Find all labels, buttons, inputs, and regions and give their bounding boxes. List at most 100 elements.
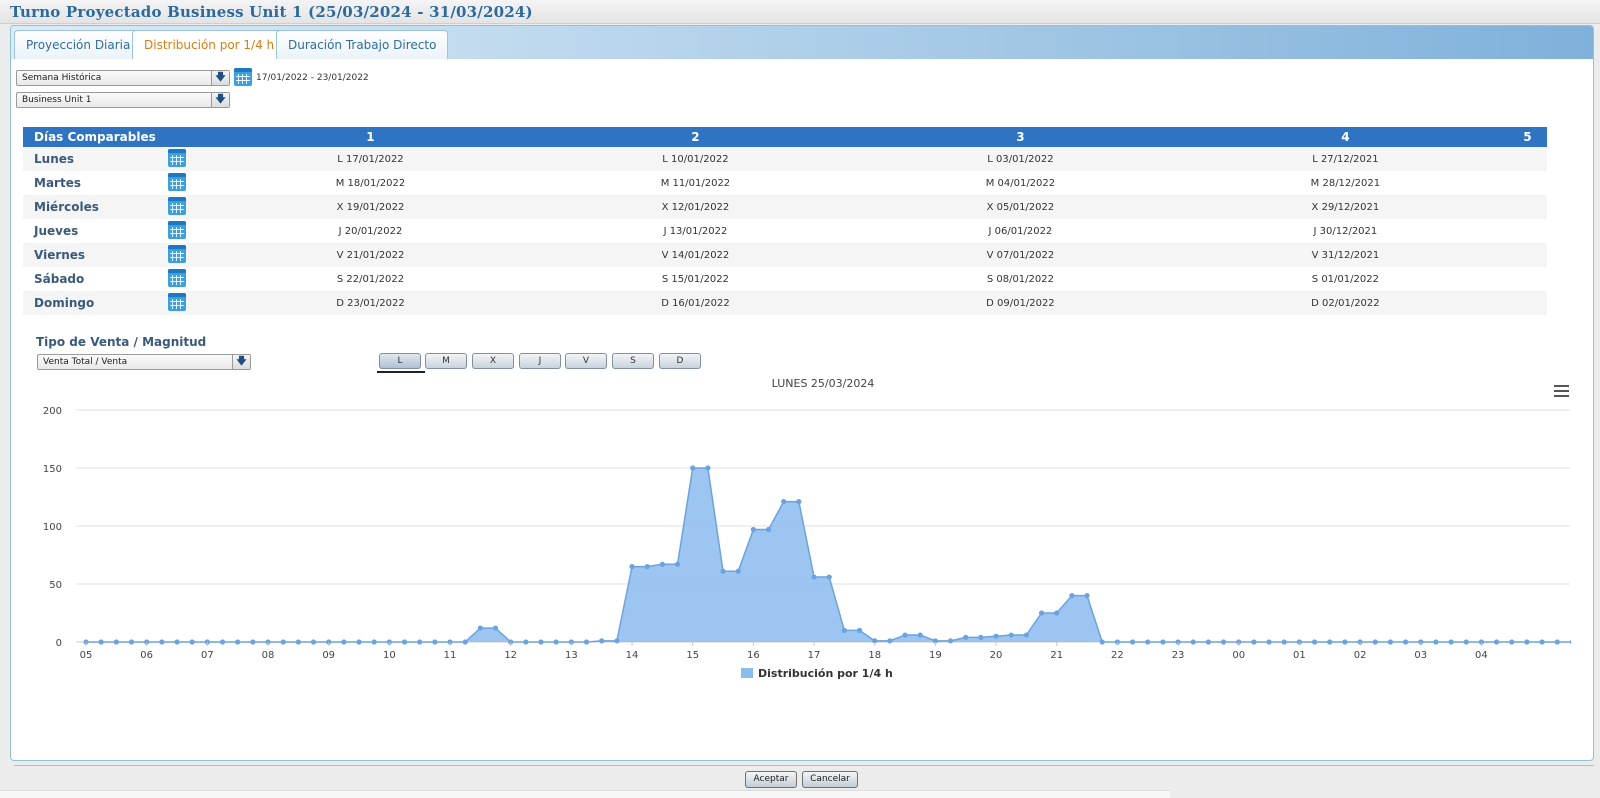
x-tick-label: 15 (686, 650, 699, 661)
calendar-icon[interactable] (234, 68, 252, 86)
date-cell (1507, 291, 1547, 315)
date-cell (1507, 195, 1547, 219)
calendar-icon[interactable] (168, 197, 186, 215)
day-button-d[interactable]: D (659, 353, 701, 369)
date-cell (1508, 171, 1547, 195)
week-select[interactable]: Semana Histórica 🡇 (16, 70, 230, 86)
date-cell: D 09/01/2022 (857, 291, 1183, 315)
x-tick-label: 17 (808, 650, 821, 661)
calendar-cell (168, 147, 208, 171)
day-button-v[interactable]: V (565, 353, 607, 369)
data-point (295, 639, 301, 645)
day-name: Viernes (23, 243, 168, 267)
x-tick-label: 00 (1232, 650, 1245, 661)
data-point (1251, 639, 1257, 645)
x-tick-label: 05 (80, 650, 93, 661)
data-point (599, 638, 605, 644)
data-point (1569, 639, 1571, 645)
x-tick-label: 04 (1475, 650, 1488, 661)
day-name: Lunes (23, 147, 168, 171)
sales-type-select[interactable]: Venta Total / Venta 🡇 (37, 354, 251, 370)
day-name: Jueves (34, 224, 79, 238)
date-cell (1508, 219, 1547, 243)
tab-duracion-trabajo-directo[interactable]: Duración Trabajo Directo (276, 30, 449, 59)
data-point (705, 465, 711, 471)
data-point (796, 499, 802, 505)
x-tick-label: 07 (201, 650, 214, 661)
date-cell: L 03/01/2022 (857, 147, 1183, 171)
date-cell: D 02/01/2022 (1182, 291, 1508, 315)
day-button-l[interactable]: L (379, 353, 421, 369)
data-point (523, 639, 529, 645)
date-cell: X 12/01/2022 (532, 195, 858, 219)
x-tick-label: 03 (1414, 650, 1427, 661)
data-point (553, 639, 559, 645)
data-point (826, 574, 832, 580)
accept-button[interactable]: Aceptar (745, 771, 797, 788)
legend-label: Distribución por 1/4 h (758, 667, 893, 680)
cancel-button[interactable]: Cancelar (802, 771, 858, 788)
data-point (159, 639, 165, 645)
data-point (614, 638, 620, 644)
date-cell (1508, 267, 1547, 291)
table-row: Sábado S 22/01/2022 S 15/01/2022 S 08/01/20… (23, 267, 1547, 291)
date-cell: J 30/12/2021 (1313, 225, 1378, 237)
data-point (856, 627, 863, 633)
x-tick-label: 20 (990, 650, 1003, 661)
date-cell: M 11/01/2022 (660, 177, 731, 189)
calendar-cell (168, 171, 208, 195)
x-tick-label: 09 (322, 650, 335, 661)
calendar-icon[interactable] (168, 221, 186, 239)
date-cell: V 14/01/2022 (532, 243, 858, 267)
data-point (917, 632, 923, 638)
calendar-icon[interactable] (168, 269, 186, 287)
data-point (1023, 632, 1029, 638)
data-point (690, 465, 696, 471)
window-title: Turno Proyectado Business Unit 1 (25/03/… (10, 3, 533, 21)
tab-proyeccion-diaria[interactable]: Proyección Diaria (14, 30, 143, 59)
x-tick-label: 06 (140, 650, 153, 661)
calendar-icon[interactable] (168, 173, 186, 191)
data-point (371, 639, 377, 645)
data-point (492, 625, 499, 631)
tab-distribucion-cuarto-hora[interactable]: Distribución por 1/4 h (132, 30, 287, 59)
data-point (1327, 639, 1333, 645)
day-button-x[interactable]: X (472, 353, 514, 369)
calendar-icon[interactable] (168, 293, 186, 311)
data-point (1054, 610, 1060, 616)
data-point (841, 627, 847, 633)
business-unit-select[interactable]: Business Unit 1 🡇 (16, 92, 230, 108)
date-cell: M 18/01/2022 (335, 177, 406, 189)
y-tick-label: 200 (43, 406, 62, 417)
date-cell: L 27/12/2021 (1182, 147, 1508, 171)
table-row: Miércoles X 19/01/2022 X 12/01/2022 X 05/01… (23, 195, 1547, 219)
data-point (1433, 639, 1439, 645)
data-point (1266, 639, 1272, 645)
distribution-chart: LUNES 25/03/202405010015020005 06 07 08 09 10… (43, 378, 1571, 680)
data-point (1372, 639, 1378, 645)
data-point (477, 625, 483, 631)
data-point (978, 634, 984, 640)
hamburger-menu-icon[interactable] (1554, 385, 1569, 397)
data-point (128, 639, 135, 645)
arrow-down-icon: 🡇 (211, 93, 229, 107)
calendar-cell (168, 267, 208, 291)
arrow-down-icon: 🡇 (211, 71, 229, 85)
date-cell: V 21/01/2022 (208, 243, 533, 267)
column-header: 2 (532, 127, 858, 147)
data-point (356, 639, 362, 645)
calendar-cell (168, 219, 208, 243)
day-button-s[interactable]: S (612, 353, 654, 369)
chart-container: LUNES 25/03/2024 0 50 100 150 200 05 06 07 08 09 10… (36, 378, 1571, 708)
comparable-header: Días Comparables (23, 127, 208, 147)
data-point (189, 639, 195, 645)
day-button-m[interactable]: M (425, 353, 467, 369)
data-point (538, 639, 544, 645)
calendar-icon[interactable] (168, 149, 186, 167)
selected-day-indicator (377, 371, 425, 373)
day-button-j[interactable]: J (519, 353, 561, 369)
calendar-icon[interactable] (168, 245, 186, 263)
data-point (1038, 610, 1045, 616)
table-row: Jueves J 20/01/2022 J 13/01/2022 J 06/01/20… (23, 219, 1547, 243)
data-point (735, 568, 741, 574)
